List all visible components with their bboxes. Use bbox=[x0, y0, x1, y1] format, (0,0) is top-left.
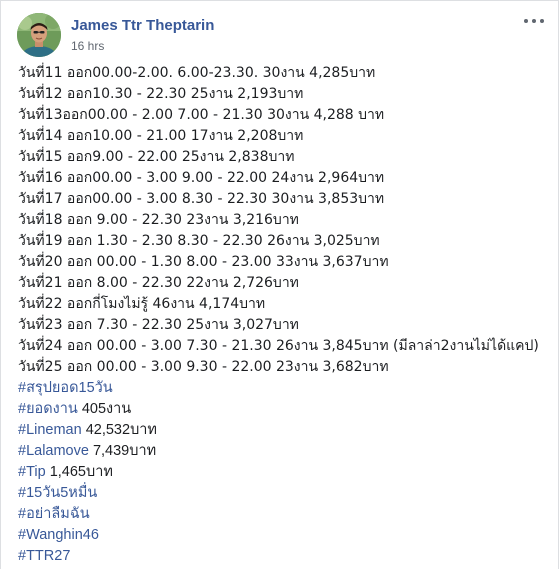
post-line: วันที่16 ออก00.00 - 3.00 9.00 - 22.00 24… bbox=[18, 170, 385, 186]
post-line: วันที่14 ออก10.00 - 21.00 17งาน 2,208บาท bbox=[18, 128, 304, 144]
hashtag-text: 42,532บาท bbox=[81, 422, 157, 438]
post-line: วันที่13ออก00.00 - 2.00 7.00 - 21.30 30ง… bbox=[18, 107, 385, 123]
post-timestamp[interactable]: 16 hrs bbox=[71, 39, 104, 53]
hashtag-link[interactable]: #Tip bbox=[18, 464, 46, 480]
hashtag-list: #สรุปยอด15วัน #ยอดงาน 405งาน #Lineman 42… bbox=[18, 378, 550, 567]
hashtag-link[interactable]: #อย่าลืมฉัน bbox=[18, 506, 90, 522]
post-line: วันที่24 ออก 00.00 - 3.00 7.30 - 21.30 2… bbox=[18, 338, 539, 354]
hashtag-line: #Lineman 42,532บาท bbox=[18, 420, 550, 441]
post-line: วันที่11 ออก00.00-2.00. 6.00-23.30. 30งา… bbox=[18, 65, 376, 81]
hashtag-line: #ยอดงาน 405งาน bbox=[18, 399, 550, 420]
hashtag-link[interactable]: #สรุปยอด15วัน bbox=[18, 380, 113, 396]
hashtag-link[interactable]: #Lalamove bbox=[18, 443, 89, 459]
post-header: James Ttr Theptarin 16 hrs bbox=[17, 13, 544, 59]
hashtag-link[interactable]: #Wanghin46 bbox=[18, 527, 99, 543]
hashtag-link[interactable]: #15วัน5หมื่น bbox=[18, 485, 97, 501]
post-line: วันที่19 ออก 1.30 - 2.30 8.30 - 22.30 26… bbox=[18, 233, 380, 249]
hashtag-link[interactable]: #TTR27 bbox=[18, 548, 70, 564]
post-line: วันที่12 ออก10.30 - 22.30 25งาน 2,193บาท bbox=[18, 86, 304, 102]
post-line: วันที่17 ออก00.00 - 3.00 8.30 - 22.30 30… bbox=[18, 191, 385, 207]
post-line: วันที่23 ออก 7.30 - 22.30 25งาน 3,027บาท bbox=[18, 317, 299, 333]
author-avatar[interactable] bbox=[17, 13, 61, 57]
post-line: วันที่25 ออก 00.00 - 3.00 9.30 - 22.00 2… bbox=[18, 359, 389, 375]
post-card: James Ttr Theptarin 16 hrs วันที่11 ออก0… bbox=[0, 0, 559, 569]
hashtag-text: 405งาน bbox=[77, 401, 132, 417]
hashtag-line: #Wanghin46 bbox=[18, 525, 550, 546]
post-line: วันที่18 ออก 9.00 - 22.30 23งาน 3,216บาท bbox=[18, 212, 299, 228]
avatar-photo-icon bbox=[17, 13, 61, 57]
hashtag-line: #TTR27 bbox=[18, 546, 550, 567]
more-options-icon[interactable] bbox=[522, 13, 546, 29]
author-name[interactable]: James Ttr Theptarin bbox=[71, 17, 214, 34]
post-line: วันที่20 ออก 00.00 - 1.30 8.00 - 23.00 3… bbox=[18, 254, 389, 270]
post-body: วันที่11 ออก00.00-2.00. 6.00-23.30. 30งา… bbox=[18, 63, 550, 567]
post-line: วันที่22 ออกกี่โมงไม่รู้ 46งาน 4,174บาท bbox=[18, 296, 266, 312]
hashtag-line: #Lalamove 7,439บาท bbox=[18, 441, 550, 462]
hashtag-line: #สรุปยอด15วัน bbox=[18, 378, 550, 399]
hashtag-text: 1,465บาท bbox=[45, 464, 113, 480]
hashtag-line: #อย่าลืมฉัน bbox=[18, 504, 550, 525]
hashtag-text: 7,439บาท bbox=[88, 443, 157, 459]
hashtag-link[interactable]: #Lineman bbox=[18, 422, 82, 438]
post-line: วันที่15 ออก9.00 - 22.00 25งาน 2,838บาท bbox=[18, 149, 295, 165]
post-line: วันที่21 ออก 8.00 - 22.30 22งาน 2,726บาท bbox=[18, 275, 299, 291]
hashtag-line: #Tip 1,465บาท bbox=[18, 462, 550, 483]
hashtag-link[interactable]: #ยอดงาน bbox=[18, 401, 78, 417]
hashtag-line: #15วัน5หมื่น bbox=[18, 483, 550, 504]
